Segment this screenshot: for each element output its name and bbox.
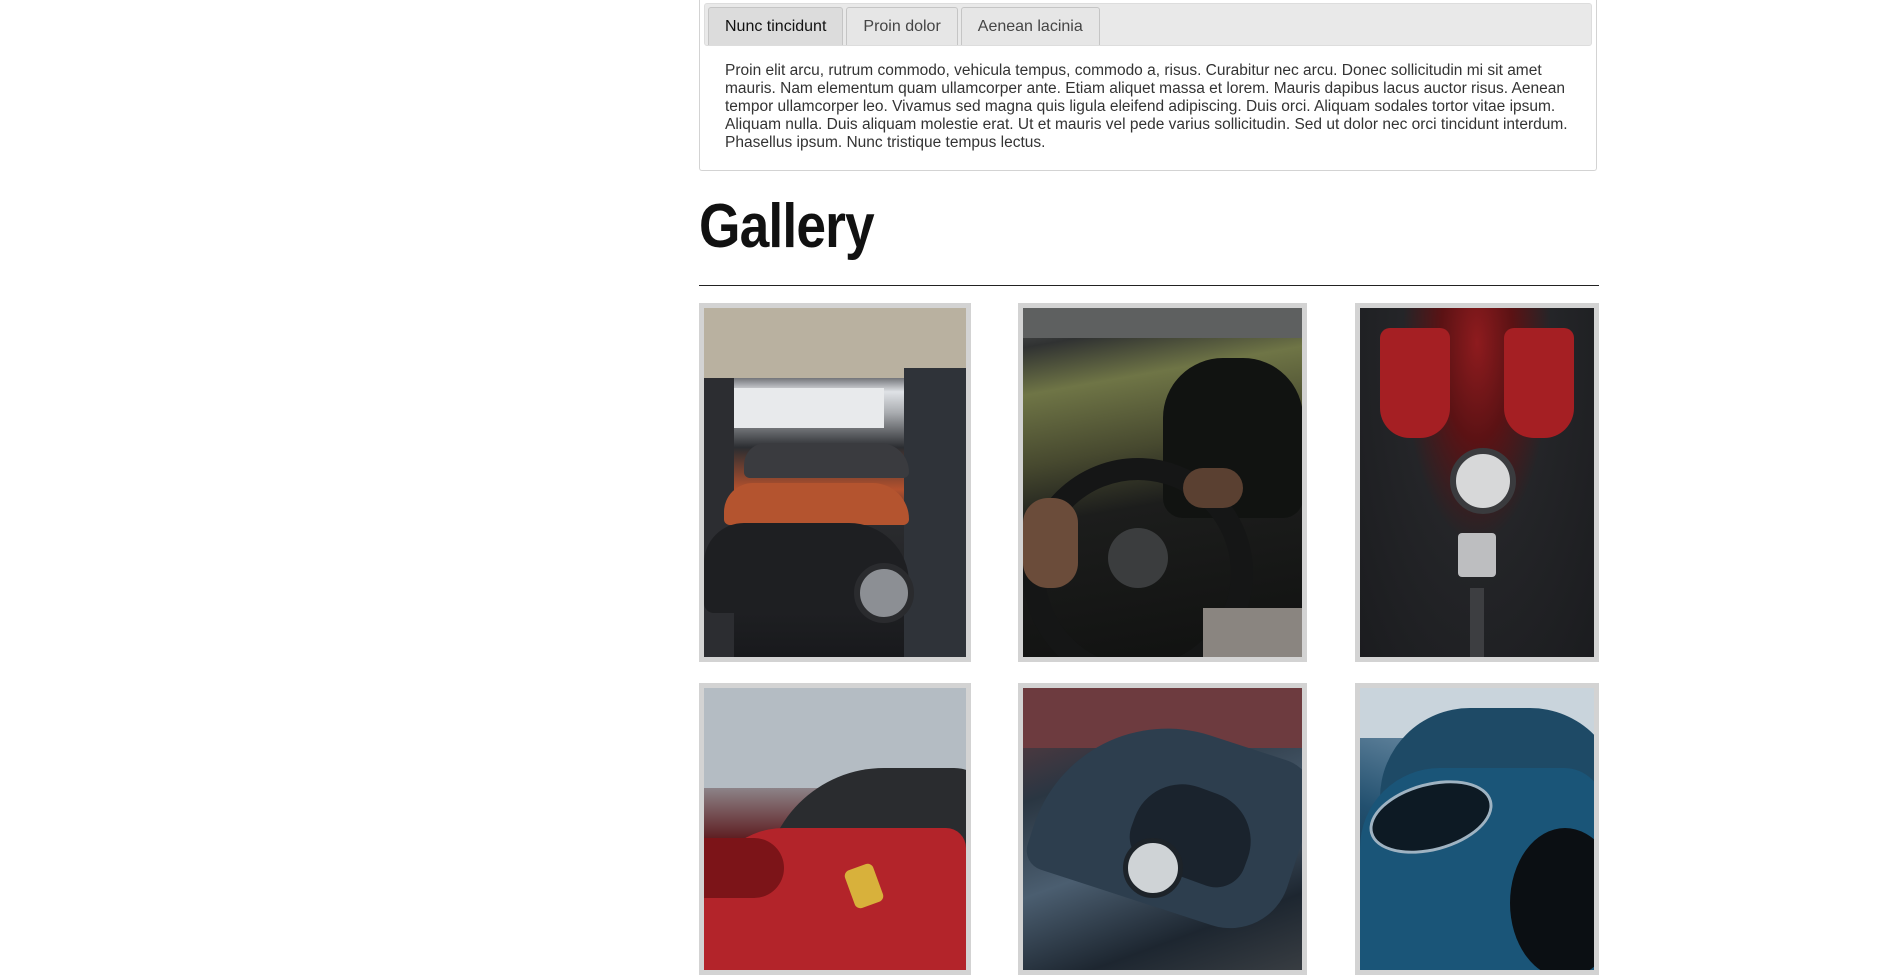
photo-blue-porsche [1360, 688, 1594, 970]
tab-aenean-lacinia[interactable]: Aenean lacinia [960, 7, 1100, 45]
tab-nunc-tincidunt[interactable]: Nunc tincidunt [708, 7, 844, 45]
tab-panel-text: Proin elit arcu, rutrum commodo, vehicul… [725, 62, 1568, 151]
gallery-photo-red-ferrari-side[interactable] [699, 683, 971, 975]
gallery-photo-cars-in-garage[interactable] [699, 303, 971, 662]
tabs-widget: Nunc tincidunt Proin dolor Aenean lacini… [699, 0, 1597, 171]
gallery-photo-dark-sports-car[interactable] [1018, 683, 1307, 975]
photo-cars-in-garage [704, 308, 966, 657]
gallery-photo-driver-at-wheel[interactable] [1018, 303, 1307, 662]
gallery-photo-blue-porsche[interactable] [1355, 683, 1599, 975]
main-content: Nunc tincidunt Proin dolor Aenean lacini… [699, 0, 1599, 286]
heading-divider [699, 285, 1599, 286]
gallery-photo-ferrari-engine[interactable] [1355, 303, 1599, 662]
gallery-heading: Gallery [699, 192, 875, 261]
photo-red-ferrari-side [704, 688, 966, 970]
tab-nav: Nunc tincidunt Proin dolor Aenean lacini… [704, 3, 1592, 46]
photo-driver-at-wheel [1023, 308, 1302, 657]
photo-dark-sports-car [1023, 688, 1302, 970]
tab-proin-dolor[interactable]: Proin dolor [846, 7, 958, 45]
page: Nunc tincidunt Proin dolor Aenean lacini… [0, 0, 1903, 975]
photo-ferrari-engine [1360, 308, 1594, 657]
